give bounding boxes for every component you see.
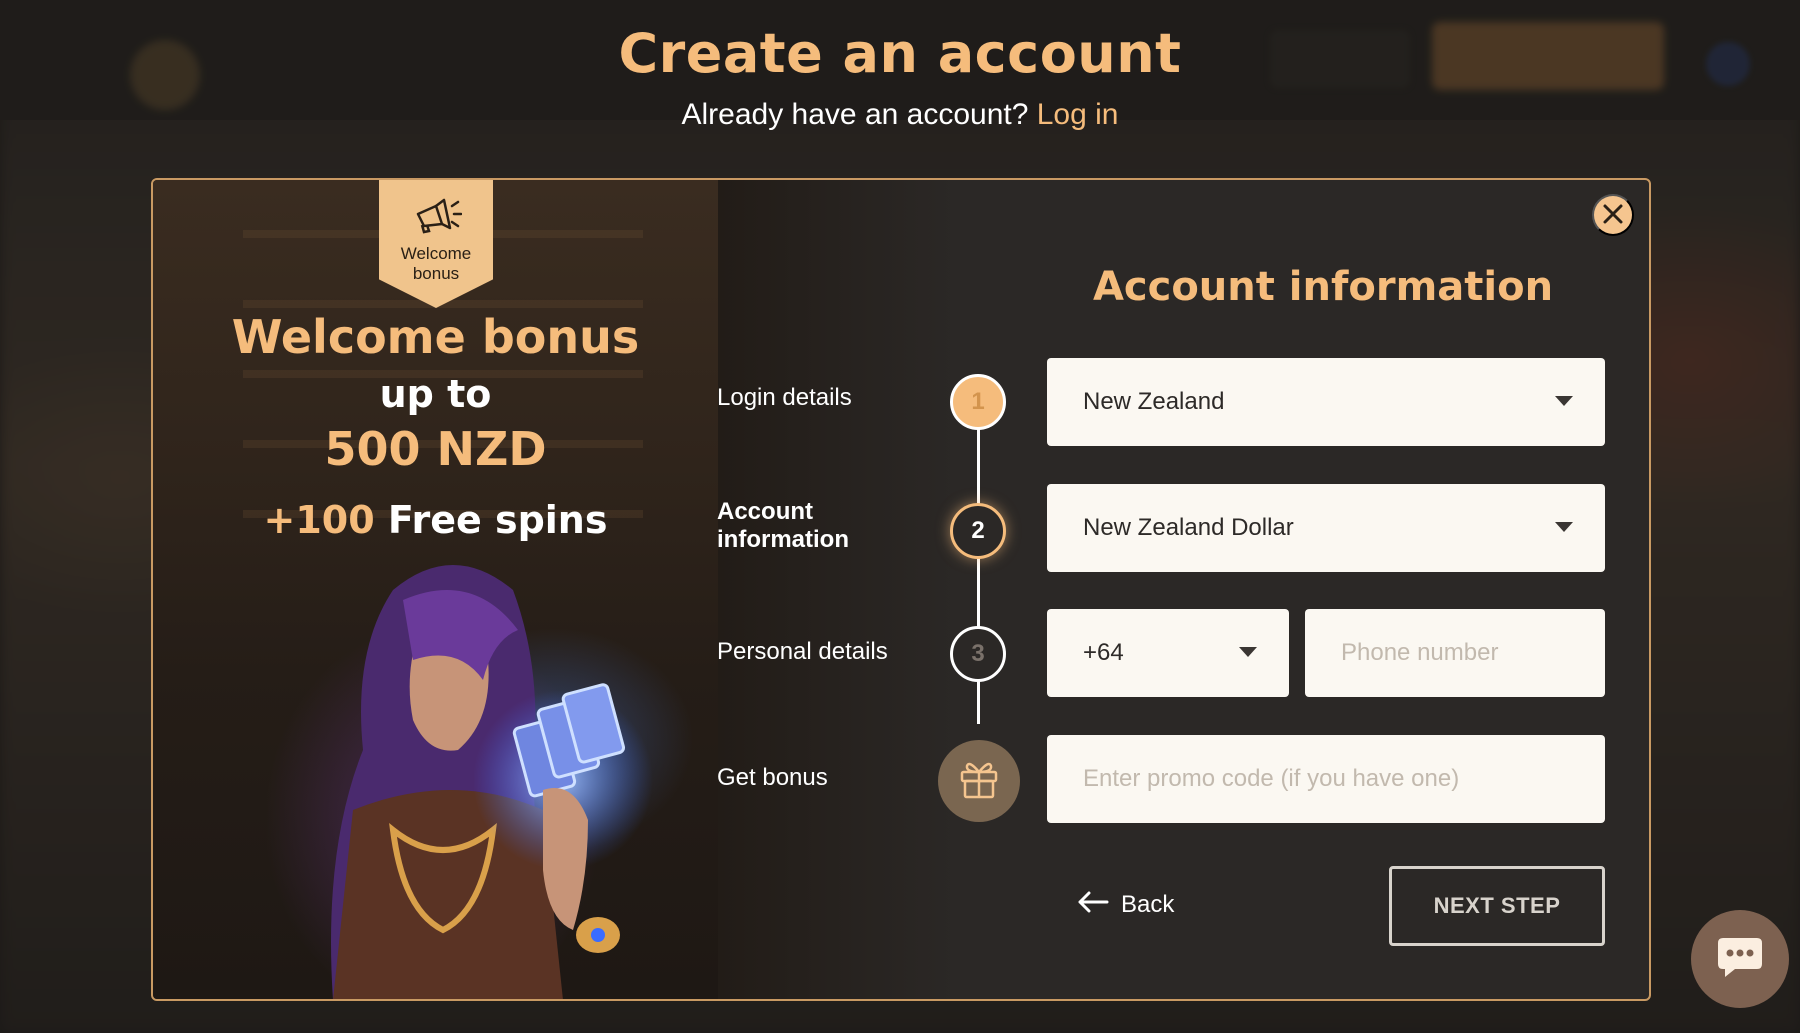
login-link[interactable]: Log in bbox=[1037, 98, 1119, 131]
promo-code-input[interactable] bbox=[1083, 735, 1605, 823]
free-spins-label: Free spins bbox=[387, 498, 608, 542]
currency-select[interactable]: New Zealand Dollar bbox=[1047, 484, 1605, 572]
free-spins-count: +100 bbox=[263, 498, 375, 542]
bonus-amount: 500 NZD bbox=[324, 422, 547, 476]
back-button-label: Back bbox=[1121, 891, 1175, 918]
page-title: Create an account bbox=[618, 22, 1182, 85]
character-illustration bbox=[331, 565, 653, 999]
chat-button[interactable] bbox=[1691, 910, 1789, 1008]
next-step-button[interactable]: NEXT STEP bbox=[1389, 866, 1605, 946]
chat-icon bbox=[1715, 934, 1765, 984]
close-icon bbox=[1602, 203, 1624, 228]
back-button[interactable]: Back bbox=[1077, 885, 1174, 925]
login-prompt-text: Already have an account? bbox=[681, 98, 1029, 131]
bonus-upto: up to bbox=[379, 372, 492, 416]
promo-panel: Welcome bonus Welcome bonus up to 500 NZ… bbox=[153, 180, 718, 999]
phone-number-field[interactable] bbox=[1305, 609, 1605, 697]
login-prompt: Already have an account? Log in bbox=[0, 98, 1800, 132]
phone-code-select[interactable]: +64 bbox=[1047, 609, 1289, 697]
chevron-down-icon bbox=[1555, 522, 1573, 532]
arrow-left-icon bbox=[1077, 891, 1109, 920]
step-label-get-bonus: Get bonus bbox=[717, 764, 828, 791]
phone-number-input[interactable] bbox=[1341, 609, 1605, 697]
step-label-login-details: Login details bbox=[717, 384, 852, 411]
step-circle-2: 2 bbox=[950, 503, 1006, 559]
megaphone-icon bbox=[410, 194, 463, 238]
welcome-bonus-tag-label: Welcome bonus bbox=[400, 244, 472, 283]
gift-icon bbox=[957, 756, 1001, 807]
section-title: Account information bbox=[1092, 264, 1554, 310]
chevron-down-icon bbox=[1555, 396, 1573, 406]
step-label-personal-details: Personal details bbox=[717, 638, 888, 665]
phone-code-value: +64 bbox=[1083, 639, 1124, 666]
free-spins: +100 Free spins bbox=[153, 498, 718, 542]
step-circle-bonus bbox=[938, 740, 1020, 822]
promo-code-field[interactable] bbox=[1047, 735, 1605, 823]
currency-select-value: New Zealand Dollar bbox=[1083, 514, 1294, 541]
step-label-account-information: Account information bbox=[717, 498, 849, 553]
registration-modal: Welcome bonus Welcome bonus up to 500 NZ… bbox=[151, 178, 1651, 1001]
country-select[interactable]: New Zealand bbox=[1047, 358, 1605, 446]
country-select-value: New Zealand bbox=[1083, 388, 1225, 415]
chevron-down-icon bbox=[1239, 647, 1257, 657]
step-circle-1: 1 bbox=[950, 374, 1006, 430]
bonus-headline: Welcome bonus bbox=[231, 310, 640, 364]
step-circle-3: 3 bbox=[950, 626, 1006, 682]
panel-gradient bbox=[718, 180, 958, 999]
close-button[interactable] bbox=[1592, 194, 1634, 236]
